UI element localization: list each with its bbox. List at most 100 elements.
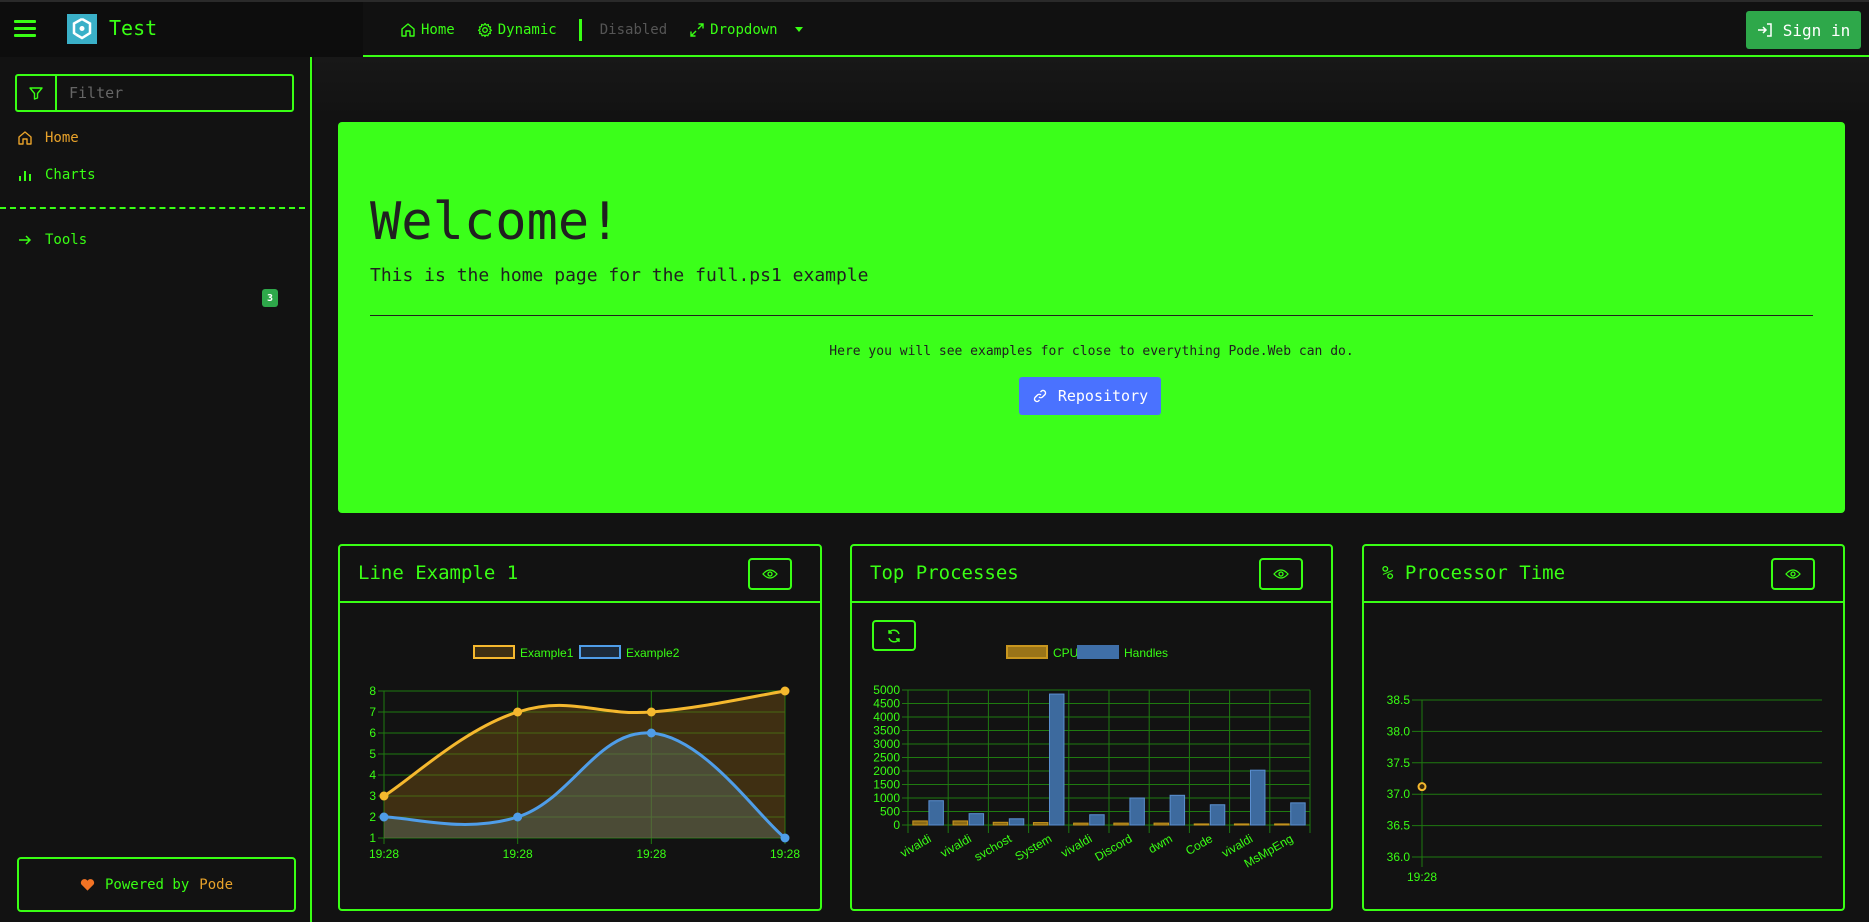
hero-title: Welcome!: [370, 192, 621, 252]
pode-label: Pode: [199, 876, 233, 893]
powered-by-pode-link[interactable]: Powered by Pode: [17, 857, 296, 912]
point-example1: [513, 707, 523, 717]
y-tick-label: 36.0: [1387, 850, 1411, 864]
bar-handles: [1089, 814, 1105, 826]
bar-cpu: [1274, 823, 1290, 826]
point-example1: [780, 686, 790, 696]
tools-count-badge: 3: [262, 289, 278, 307]
y-tick-label: 3000: [873, 737, 900, 751]
hero-subtitle: This is the home page for the full.ps1 e…: [370, 265, 869, 286]
bar-chart-icon: [19, 171, 31, 181]
sidebar-item-tools[interactable]: Tools: [17, 232, 87, 248]
y-tick-label: 2500: [873, 751, 900, 765]
y-tick-label: 500: [880, 805, 900, 819]
sidebar-item-charts[interactable]: Charts: [17, 167, 96, 183]
y-tick-label: 4500: [873, 697, 900, 711]
home-icon: [18, 131, 32, 145]
nav-divider: [578, 18, 582, 41]
nav-home[interactable]: Home: [400, 22, 455, 38]
y-tick-label: 0: [893, 818, 900, 832]
eye-icon: [1273, 569, 1289, 579]
main-nav: Home Dynamic Disabled Dropdown: [400, 2, 825, 57]
x-tick-label: 19:28: [1407, 870, 1437, 884]
view-button[interactable]: [748, 558, 792, 590]
home-icon: [401, 22, 415, 37]
top-navbar: Test Home Dynamic Disabled Dropdown Sign…: [0, 0, 1869, 57]
sign-in-button[interactable]: Sign in: [1746, 11, 1861, 49]
y-tick-label: 6: [369, 726, 376, 740]
hamburger-icon[interactable]: [14, 20, 36, 38]
heart-icon: [80, 878, 95, 891]
y-tick-label: 5: [369, 747, 376, 761]
x-tick-label: vivaldi: [938, 831, 974, 860]
y-tick-label: 37.5: [1387, 756, 1411, 770]
x-tick-label: 19:28: [770, 847, 800, 861]
sidebar-item-home[interactable]: Home: [17, 130, 79, 146]
sidebar-divider: [0, 207, 305, 209]
main-content: Welcome! This is the home page for the f…: [314, 57, 1869, 922]
bar-handles: [1209, 804, 1226, 826]
y-tick-label: 7: [369, 705, 376, 719]
bar-chart: CPU Handles 050010001500200025003000350040…: [873, 645, 1311, 871]
y-tick-label: 1500: [873, 778, 900, 792]
bar-handles: [1290, 802, 1306, 826]
y-tick-label: 1: [369, 831, 376, 845]
bar-cpu: [1073, 822, 1089, 826]
point-example2: [780, 833, 790, 843]
sidebar-item-label: Tools: [45, 232, 88, 248]
y-tick-label: 2000: [873, 764, 900, 778]
caret-down-icon: [794, 27, 803, 32]
line-chart: Example1 Example2 1 2 3 4 5 6 7 8 19:28 19:28 19:28 1…: [369, 645, 800, 861]
legend-swatch-example1: [473, 645, 515, 659]
view-button[interactable]: [1771, 558, 1815, 590]
x-tick-label: vivaldi: [898, 831, 934, 860]
refresh-icon: [888, 629, 900, 642]
x-tick-label: System: [1013, 831, 1055, 863]
top-processes-card: Top Processes CPU Handles 0 500 1000 1500 2000…: [850, 544, 1333, 911]
y-tick-label: 8: [369, 684, 376, 698]
hero-lead: Here you will see examples for close to …: [829, 344, 1354, 359]
nav-dynamic[interactable]: Dynamic: [477, 22, 557, 38]
nav-disabled-label: Disabled: [599, 21, 668, 38]
bar-handles: [1049, 693, 1065, 826]
bar-handles: [1169, 794, 1186, 826]
eye-icon: [762, 569, 778, 579]
bar-cpu: [952, 820, 968, 826]
nav-dynamic-label: Dynamic: [497, 21, 557, 38]
bar-cpu: [1113, 822, 1129, 826]
eye-icon: [1785, 569, 1801, 579]
nav-home-label: Home: [421, 21, 455, 38]
y-tick-label: 36.5: [1387, 819, 1411, 833]
brand-area: Test: [0, 2, 363, 57]
card-header: % Processor Time: [1364, 546, 1843, 603]
nav-dropdown-label: Dropdown: [710, 21, 778, 38]
nav-dropdown[interactable]: Dropdown: [689, 21, 803, 38]
bar-cpu: [1032, 822, 1049, 826]
sidebar-item-label: Home: [45, 130, 79, 146]
gear-icon: [477, 22, 492, 37]
y-tick-label: 37.0: [1387, 787, 1411, 801]
filter-icon: [17, 76, 57, 110]
arrow-right-icon: [19, 235, 32, 245]
filter-input[interactable]: [57, 76, 292, 110]
point-example2: [646, 728, 656, 738]
view-button[interactable]: [1259, 558, 1303, 590]
line-example-card: Line Example 1 Example1 Example2 1 2 3 4 5 6 7 8 1…: [338, 544, 822, 911]
app-title[interactable]: Test: [109, 16, 157, 40]
repository-button[interactable]: Repository: [1019, 377, 1161, 415]
y-tick-label: 2: [369, 810, 376, 824]
x-tick-label: 19:28: [503, 847, 533, 861]
expand-icon: [690, 22, 704, 37]
x-tick-label: 19:28: [369, 847, 399, 861]
repository-label: Repository: [1057, 387, 1149, 405]
refresh-button[interactable]: [872, 620, 916, 651]
card-title: % Processor Time: [1382, 562, 1566, 584]
card-header: Top Processes: [852, 546, 1331, 603]
point-example1: [646, 707, 656, 717]
x-tick-label: vivaldi: [1059, 831, 1095, 860]
bar-cpu: [992, 821, 1009, 826]
point-example2: [513, 812, 523, 822]
sidebar: Home Charts Tools 3 Powered by Pode: [0, 57, 312, 922]
card-title: Top Processes: [870, 562, 1019, 584]
card-title: Line Example 1: [358, 562, 519, 584]
